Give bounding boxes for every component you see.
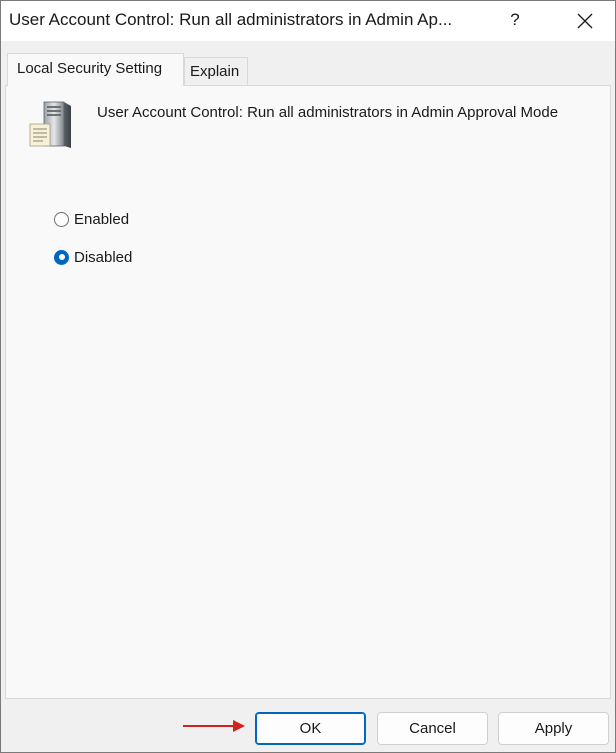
cancel-button[interactable]: Cancel: [377, 712, 488, 745]
settings-panel: User Account Control: Run all administra…: [5, 85, 611, 699]
option-disabled[interactable]: Disabled: [54, 246, 132, 268]
dialog-window: User Account Control: Run all administra…: [0, 0, 616, 753]
title-bar[interactable]: User Account Control: Run all administra…: [1, 1, 615, 41]
close-icon: [577, 13, 593, 29]
ok-button[interactable]: OK: [255, 712, 366, 745]
tab-local-security-setting[interactable]: Local Security Setting: [7, 53, 184, 86]
option-enabled[interactable]: Enabled: [54, 208, 129, 230]
radio-unselected-icon[interactable]: [54, 211, 69, 227]
tab-strip: Local Security Setting Explain: [5, 53, 611, 86]
radio-selected-icon[interactable]: [54, 249, 69, 265]
arrow-right-icon: [183, 720, 245, 732]
tab-explain[interactable]: Explain: [184, 57, 248, 86]
server-document-icon: [29, 101, 71, 148]
option-enabled-label: Enabled: [74, 210, 130, 228]
apply-button[interactable]: Apply: [498, 712, 609, 745]
help-button[interactable]: ?: [495, 1, 535, 41]
window-title: User Account Control: Run all administra…: [9, 10, 453, 29]
policy-title: User Account Control: Run all administra…: [97, 104, 559, 121]
close-button[interactable]: [557, 1, 613, 41]
option-disabled-label: Disabled: [74, 248, 133, 266]
